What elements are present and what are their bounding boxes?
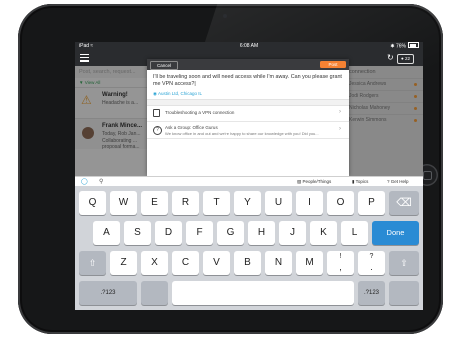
- shift-icon: ⇧: [400, 258, 408, 268]
- key-b[interactable]: B: [234, 251, 261, 275]
- space-bar[interactable]: [172, 281, 354, 305]
- key-t[interactable]: T: [203, 191, 230, 215]
- screen: iPad ≈ 6:08 AM ✱ 76% ↻ ● 22 Post, search…: [75, 42, 423, 310]
- numbers-key-right[interactable]: .?123: [358, 281, 385, 305]
- key-f[interactable]: F: [186, 221, 213, 245]
- key-e[interactable]: E: [141, 191, 168, 215]
- bluetooth-icon: ✱: [390, 43, 395, 50]
- key-p[interactable]: P: [358, 191, 385, 215]
- suggestion-item[interactable]: ? Ask a Group: Office Gurus We know offi…: [147, 122, 349, 139]
- shift-key-left[interactable]: ⇧: [79, 251, 106, 275]
- front-camera: [223, 14, 227, 18]
- attachment-icon[interactable]: ⚲: [99, 178, 103, 185]
- key-i[interactable]: I: [296, 191, 323, 215]
- key-j[interactable]: J: [279, 221, 306, 245]
- location-text: Austin Ltd, Chicago IL: [157, 91, 202, 96]
- chevron-right-icon: ›: [339, 109, 341, 115]
- key-n[interactable]: N: [265, 251, 292, 275]
- globe-key[interactable]: [141, 281, 168, 305]
- key-o[interactable]: O: [327, 191, 354, 215]
- key-l[interactable]: L: [341, 221, 368, 245]
- tag-icon: ▮: [352, 179, 355, 184]
- document-icon: [153, 109, 160, 117]
- time-label: 6:08 AM: [239, 43, 259, 49]
- key-main-char: ,: [339, 262, 342, 272]
- key-a[interactable]: A: [93, 221, 120, 245]
- modal-header: Cancel Post: [147, 59, 349, 70]
- key-h[interactable]: H: [248, 221, 275, 245]
- key-g[interactable]: G: [217, 221, 244, 245]
- menu-icon[interactable]: [80, 54, 89, 62]
- help-circle-icon: ?: [387, 179, 390, 184]
- ipad-device: iPad ≈ 6:08 AM ✱ 76% ↻ ● 22 Post, search…: [18, 4, 443, 334]
- suggestion-subtitle: We know office in and out and we're happ…: [165, 131, 319, 136]
- key-z[interactable]: Z: [110, 251, 137, 275]
- suggestion-title: Troubleshooting a VPN connection: [165, 110, 235, 115]
- key-d[interactable]: D: [155, 221, 182, 245]
- key-u[interactable]: U: [265, 191, 292, 215]
- key-s[interactable]: S: [124, 221, 151, 245]
- key-y[interactable]: Y: [234, 191, 261, 215]
- person-icon: ●: [401, 56, 404, 61]
- status-bar: iPad ≈ 6:08 AM ✱ 76%: [75, 42, 423, 51]
- key-v[interactable]: V: [203, 251, 230, 275]
- topics-label: Topics: [355, 179, 369, 184]
- key-w[interactable]: W: [110, 191, 137, 215]
- key-period[interactable]: ?.: [358, 251, 385, 275]
- lightbulb-icon[interactable]: ◯: [81, 178, 88, 185]
- key-r[interactable]: R: [172, 191, 199, 215]
- shift-key-right[interactable]: ⇧: [389, 251, 419, 275]
- key-q[interactable]: Q: [79, 191, 106, 215]
- topics-button[interactable]: ▮ Topics: [352, 179, 368, 185]
- refresh-icon[interactable]: ↻: [387, 54, 394, 62]
- numbers-key-left[interactable]: .?123: [79, 281, 137, 305]
- badge-count: 22: [404, 56, 410, 61]
- shift-icon: ⇧: [88, 258, 97, 268]
- get-help-label: Get Help: [390, 179, 409, 184]
- key-comma[interactable]: !,: [327, 251, 354, 275]
- people-things-button[interactable]: ▧ People/Things: [297, 179, 331, 185]
- post-question-modal: Cancel Post I'll be traveling soon and w…: [147, 59, 349, 176]
- key-k[interactable]: K: [310, 221, 337, 245]
- on-screen-keyboard: Q W E R T Y U I O P ⌫ A S D F G H J K L …: [75, 186, 423, 310]
- get-help-button[interactable]: ? Get Help: [387, 179, 409, 184]
- key-m[interactable]: M: [296, 251, 323, 275]
- backspace-key[interactable]: ⌫: [389, 191, 419, 215]
- chevron-right-icon: ›: [339, 126, 341, 132]
- key-c[interactable]: C: [172, 251, 199, 275]
- location-pin-icon: ◉: [153, 91, 157, 96]
- people-icon: ▧: [297, 179, 302, 184]
- suggestion-item[interactable]: Troubleshooting a VPN connection ›: [147, 105, 349, 122]
- people-label: People/Things: [302, 179, 332, 184]
- key-x[interactable]: X: [141, 251, 168, 275]
- notification-badge[interactable]: ● 22: [397, 54, 414, 64]
- done-key[interactable]: Done: [372, 221, 419, 245]
- battery-text: 76%: [395, 43, 406, 50]
- key-main-char: .: [370, 262, 373, 272]
- backspace-icon: ⌫: [396, 197, 412, 209]
- question-textarea[interactable]: I'll be traveling soon and will need acc…: [153, 74, 343, 88]
- location-tag[interactable]: ◉ Austin Ltd, Chicago IL: [153, 91, 202, 97]
- post-button[interactable]: Post: [320, 61, 346, 68]
- cancel-button[interactable]: Cancel: [150, 61, 179, 70]
- suggestion-title: Ask a Group: Office Gurus: [165, 125, 218, 130]
- battery-icon: [408, 42, 419, 48]
- help-icon: ?: [153, 126, 162, 135]
- hide-keyboard-key[interactable]: [389, 281, 419, 305]
